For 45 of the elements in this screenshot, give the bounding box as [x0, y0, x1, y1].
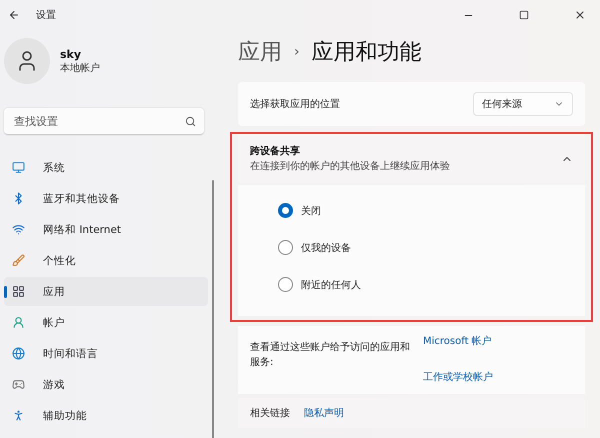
sidebar-item[interactable]: 网络和 Internet — [4, 215, 208, 244]
related-label: 相关链接 — [250, 406, 290, 420]
maximize-icon — [519, 10, 529, 20]
sidebar-item[interactable]: 辅助功能 — [4, 401, 208, 430]
globe-icon — [12, 347, 25, 360]
section-title: 跨设备共享 — [250, 144, 301, 158]
search-icon[interactable] — [185, 116, 196, 126]
person-icon — [12, 316, 25, 329]
brush-icon — [12, 254, 25, 267]
radio-option[interactable]: 关闭 — [278, 203, 585, 218]
section-subtitle: 在连接到你的帐户的其他设备上继续应用体验 — [250, 160, 451, 173]
sidebar-item[interactable]: 帐户 — [4, 308, 208, 337]
user-name: sky — [60, 48, 82, 60]
radio-icon[interactable] — [278, 203, 293, 218]
close-icon — [574, 9, 586, 21]
breadcrumb-separator: › — [294, 44, 300, 60]
privacy-link[interactable]: 隐私声明 — [304, 406, 344, 420]
sidebar-item[interactable]: 应用 — [4, 277, 208, 306]
accessibility-icon — [12, 409, 25, 422]
radio-icon[interactable] — [278, 277, 293, 292]
account-link[interactable]: Microsoft 帐户 — [423, 334, 493, 348]
bluetooth-icon — [12, 192, 25, 205]
back-icon[interactable] — [8, 9, 20, 21]
sidebar-item[interactable]: 蓝牙和其他设备 — [4, 184, 208, 213]
setting-label: 选择获取应用的位置 — [250, 98, 341, 111]
accounts-label: 查看通过这些账户给予访问的应用和服务: — [250, 340, 411, 370]
sidebar-item[interactable]: 系统 — [4, 153, 208, 182]
account-type: 本地帐户 — [60, 62, 100, 74]
avatar — [4, 38, 50, 84]
apps-icon — [12, 285, 25, 298]
radio-icon[interactable] — [278, 240, 293, 255]
sidebar-item[interactable]: 游戏 — [4, 370, 208, 399]
window-title: 设置 — [36, 8, 57, 22]
sidebar-item[interactable]: 个性化 — [4, 246, 208, 275]
search-field[interactable]: 查找设置 — [12, 114, 185, 128]
breadcrumb-parent[interactable]: 应用 — [238, 37, 282, 67]
search-box[interactable]: 查找设置 — [4, 108, 204, 135]
sidebar-item[interactable]: 时间和语言 — [4, 339, 208, 368]
radio-option[interactable]: 附近的任何人 — [278, 277, 585, 292]
radio-option[interactable]: 仅我的设备 — [278, 240, 585, 255]
monitor-icon — [12, 161, 25, 174]
gamepad-icon — [12, 378, 25, 391]
account-link[interactable]: 工作或学校帐户 — [423, 370, 493, 384]
page-title: 应用和功能 — [312, 39, 422, 67]
source-dropdown[interactable]: 任何来源 — [473, 92, 573, 116]
